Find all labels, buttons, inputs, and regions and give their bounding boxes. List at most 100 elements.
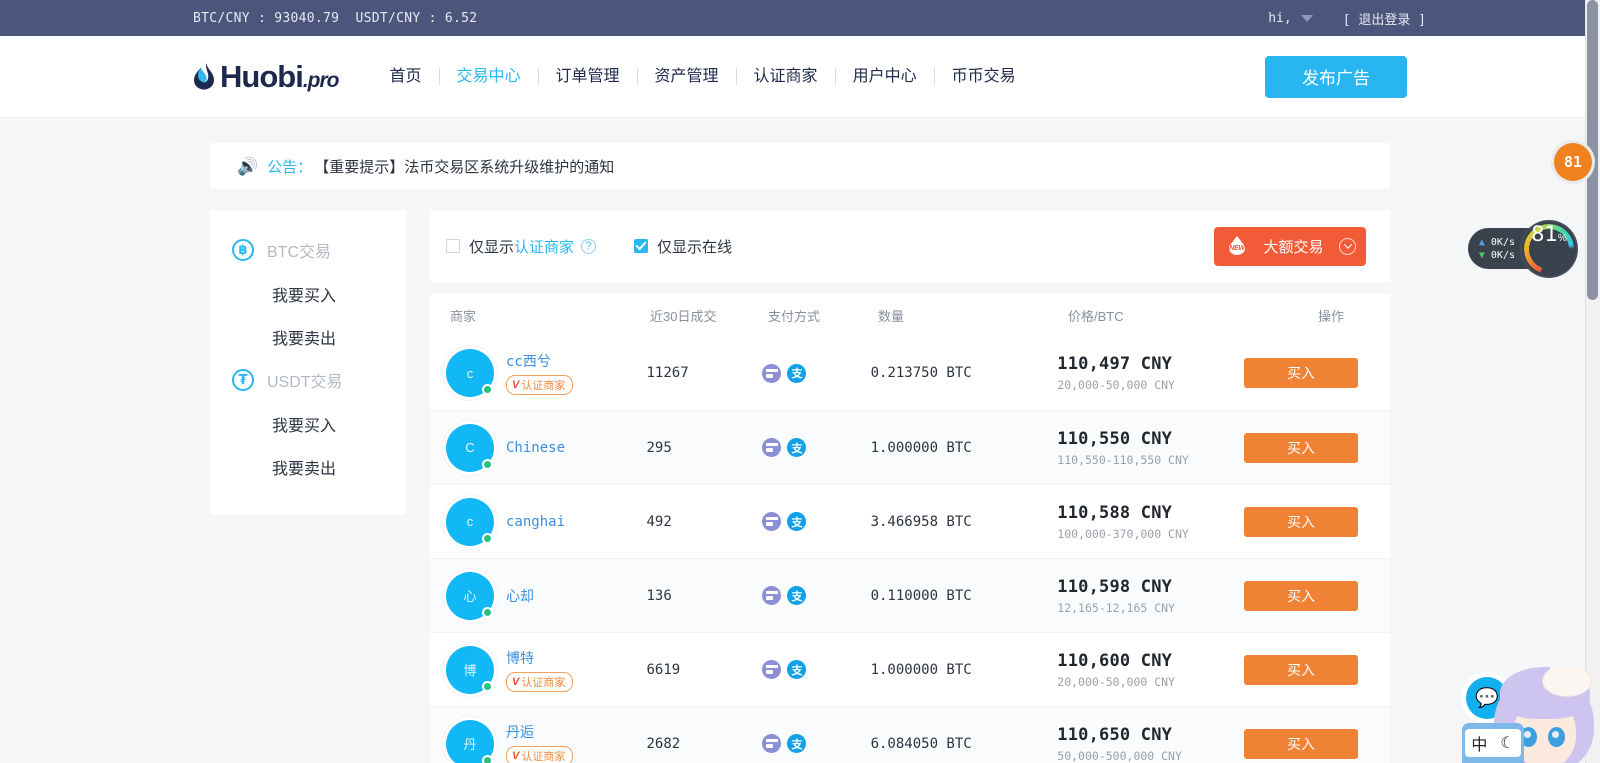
- bank-card-icon[interactable]: [762, 363, 782, 383]
- volume-cell: 6619: [646, 661, 681, 678]
- online-status-dot: [482, 532, 493, 544]
- price-limit-range: 20,000-50,000 CNY: [1057, 378, 1175, 392]
- price-limit-range: 100,000-370,000 CNY: [1057, 526, 1189, 541]
- logo[interactable]: Huobi.pro: [193, 58, 339, 95]
- price-limit-range: 50,000-500,000 CNY: [1057, 748, 1182, 763]
- big-trade-button[interactable]: NEW 大额交易: [1214, 226, 1366, 266]
- nav-item-trade-center[interactable]: 交易中心: [440, 67, 538, 87]
- sidebar-group-usdt: ₮ USDT交易: [210, 358, 406, 402]
- amount-cell: 0.213750 BTC: [870, 365, 972, 381]
- checkbox-online-only[interactable]: [634, 239, 649, 253]
- sidebar-item-btc-buy[interactable]: 我要买入: [210, 272, 406, 315]
- help-icon[interactable]: ?: [581, 238, 597, 254]
- merchant-name[interactable]: 丹逅: [506, 722, 573, 742]
- bank-card-icon[interactable]: [762, 512, 782, 531]
- action-cell: 买入: [1244, 654, 1390, 685]
- buy-button[interactable]: 买入: [1244, 654, 1358, 685]
- merchant-name[interactable]: 心却: [506, 586, 534, 606]
- announcement-text[interactable]: 【重要提示】法币交易区系统升级维护的通知: [314, 156, 614, 177]
- ime-language-toggle[interactable]: 中: [1471, 731, 1487, 755]
- bank-card-icon[interactable]: [762, 586, 782, 605]
- merchant-cell: 丹 丹逅 V 认证商家: [430, 719, 646, 763]
- logout-link[interactable]: [ 退出登录 ]: [1343, 9, 1426, 28]
- nav-item-coin-trade[interactable]: 币币交易: [935, 67, 1033, 87]
- verified-merchant-badge: V 认证商家: [506, 671, 574, 692]
- page-scrollbar[interactable]: [1585, 0, 1600, 763]
- merchant-cell: 心 心却: [430, 571, 646, 620]
- checkbox-verified-only[interactable]: [446, 239, 460, 253]
- nav-item-user-center[interactable]: 用户中心: [836, 67, 934, 87]
- column-header-amount: 数量: [878, 308, 905, 324]
- buy-button[interactable]: 买入: [1244, 506, 1358, 537]
- bank-card-icon[interactable]: [762, 438, 782, 457]
- nav-item-asset-management[interactable]: 资产管理: [638, 67, 736, 87]
- merchant-info: canghai: [506, 514, 565, 530]
- price-value: 110,550 CNY: [1057, 428, 1173, 449]
- sidebar-item-usdt-sell[interactable]: 我要卖出: [210, 445, 406, 488]
- filter-bar: 仅显示认证商家 ? 仅显示在线 NEW 大额交易: [430, 210, 1390, 282]
- merchant-name[interactable]: 博特: [506, 648, 573, 668]
- ime-toolbar[interactable]: 中 ☾: [1462, 723, 1524, 763]
- alipay-icon[interactable]: 支: [787, 586, 807, 605]
- merchant-info: 博特 V 认证商家: [506, 648, 574, 692]
- action-cell: 买入: [1244, 506, 1390, 537]
- announcement-bar: 🔊 公告： 【重要提示】法币交易区系统升级维护的通知: [210, 143, 1390, 189]
- merchant-name[interactable]: cc西兮: [506, 351, 573, 371]
- chevron-down-circle-icon[interactable]: [1339, 237, 1356, 255]
- table-row: c cc西兮 V 认证商家 11267 支 0.213750 BTC 110,49…: [430, 336, 1390, 410]
- bank-card-icon[interactable]: [762, 734, 782, 753]
- resource-gauge-widget[interactable]: 81 %: [1522, 222, 1576, 276]
- user-menu[interactable]: hi,: [1268, 11, 1313, 26]
- price-limit-range: 12,165-12,165 CNY: [1057, 600, 1175, 615]
- notification-count-badge[interactable]: 81: [1554, 143, 1592, 181]
- huobi-drop-icon: [193, 63, 215, 90]
- online-status-dot: [482, 606, 493, 618]
- alipay-icon[interactable]: 支: [787, 438, 807, 457]
- bank-card-icon[interactable]: [762, 660, 782, 679]
- alipay-icon[interactable]: 支: [787, 734, 807, 753]
- nav-item-home[interactable]: 首页: [372, 67, 438, 87]
- filter-online-only[interactable]: 仅显示在线: [634, 236, 732, 257]
- column-header-action: 操作: [1317, 308, 1344, 324]
- announcement-label: 公告：: [267, 158, 313, 176]
- arrow-down-icon: ▼: [1478, 249, 1485, 261]
- big-trade-label: 大额交易: [1263, 238, 1324, 256]
- alipay-icon[interactable]: 支: [787, 363, 807, 383]
- merchant-name[interactable]: Chinese: [506, 440, 565, 456]
- nav-item-verified-merchant[interactable]: 认证商家: [737, 67, 835, 87]
- filter-verified-only[interactable]: 仅显示认证商家 ?: [446, 236, 597, 257]
- online-status-dot: [482, 384, 493, 395]
- price-cell: 110,600 CNY 20,000-50,000 CNY: [1057, 651, 1244, 689]
- alipay-icon[interactable]: 支: [787, 660, 807, 679]
- buy-button[interactable]: 买入: [1244, 580, 1358, 611]
- filter-checkboxes: 仅显示认证商家 ? 仅显示在线: [446, 236, 732, 257]
- megaphone-icon: 🔊: [237, 156, 259, 176]
- logo-text: Huobi.pro: [220, 58, 339, 94]
- payment-methods-cell: 支: [762, 586, 870, 605]
- action-cell: 买入: [1244, 728, 1390, 759]
- nav-item-order-management[interactable]: 订单管理: [539, 67, 637, 87]
- alipay-icon[interactable]: 支: [787, 512, 807, 531]
- buy-button[interactable]: 买入: [1244, 432, 1358, 463]
- buy-button[interactable]: 买入: [1244, 358, 1358, 388]
- content: 仅显示认证商家 ? 仅显示在线 NEW 大额交易 商家 近30日成交 支付方式 …: [430, 210, 1390, 763]
- moon-icon[interactable]: ☾: [1500, 733, 1514, 753]
- price-value: 110,588 CNY: [1057, 502, 1173, 523]
- table-header-row: 商家 近30日成交 支付方式 数量 价格/BTC 操作: [430, 294, 1390, 336]
- payment-methods-cell: 支: [762, 438, 870, 457]
- price-cell: 110,598 CNY 12,165-12,165 CNY: [1057, 577, 1244, 615]
- publish-ad-button[interactable]: 发布广告: [1265, 55, 1407, 98]
- sidebar-item-usdt-buy[interactable]: 我要买入: [210, 402, 406, 445]
- chevron-down-icon[interactable]: [1300, 14, 1313, 22]
- price-cell: 110,550 CNY 110,550-110,550 CNY: [1057, 429, 1244, 467]
- sidebar-item-btc-sell[interactable]: 我要卖出: [210, 315, 406, 358]
- payment-methods-cell: 支: [762, 660, 870, 679]
- merchant-name[interactable]: canghai: [506, 514, 565, 530]
- table-body: c cc西兮 V 认证商家 11267 支 0.213750 BTC 110,49…: [430, 336, 1390, 763]
- volume-cell: 492: [646, 513, 672, 530]
- buy-button[interactable]: 买入: [1244, 728, 1358, 759]
- avatar: 丹: [446, 719, 494, 763]
- column-header-merchant: 商家: [450, 308, 477, 324]
- scrollbar-thumb[interactable]: [1587, 0, 1598, 300]
- sidebar-group-btc: ฿ BTC交易: [210, 228, 406, 272]
